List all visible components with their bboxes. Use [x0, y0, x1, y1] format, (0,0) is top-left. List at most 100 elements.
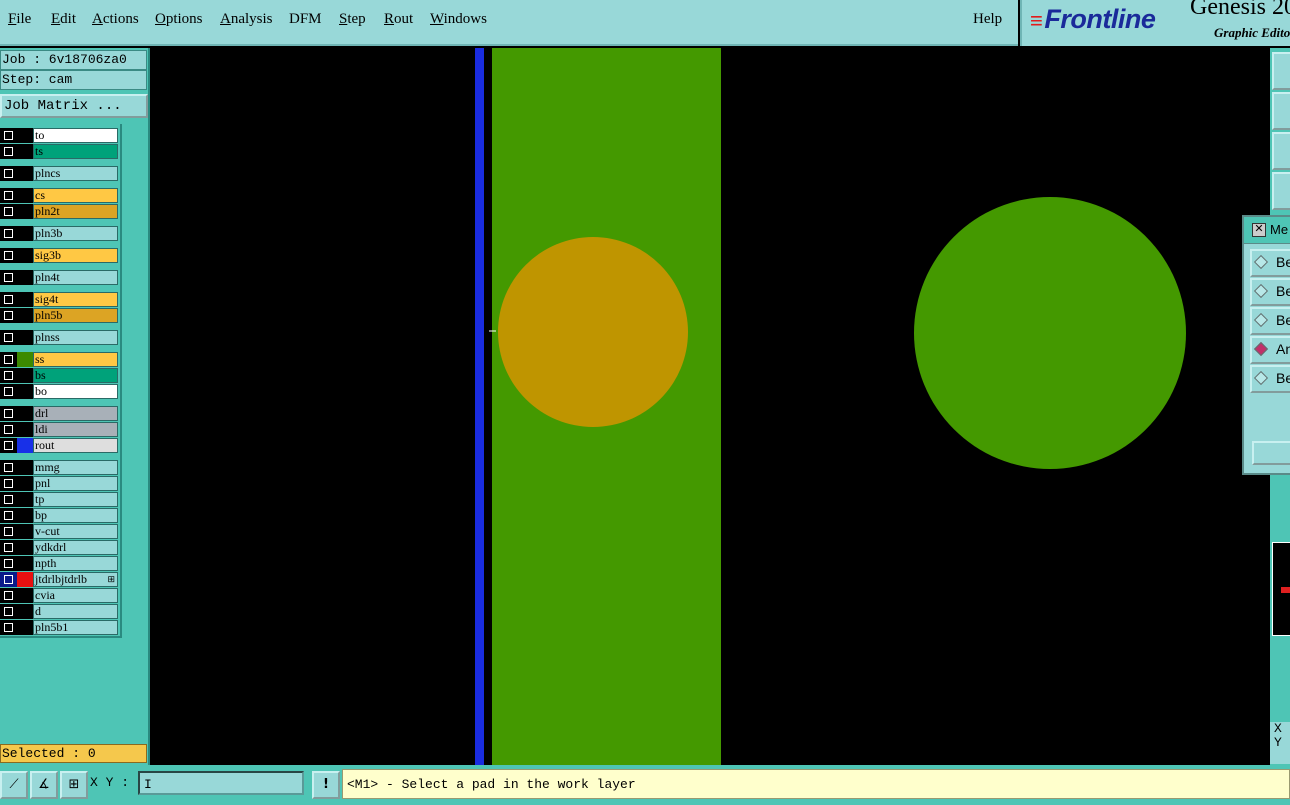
layer-name[interactable]: jtdrlbjtdrlb ⊞ [33, 572, 118, 587]
layer-swatch[interactable] [17, 572, 33, 587]
layer-checkbox[interactable] [0, 508, 17, 523]
menu-analysis[interactable]: Analysis [220, 11, 273, 28]
layer-name[interactable]: bp [33, 508, 118, 523]
layer-checkbox[interactable] [0, 352, 17, 367]
layer-row-bs[interactable]: bs [0, 368, 118, 383]
layer-name[interactable]: drl [33, 406, 118, 421]
layer-swatch[interactable] [17, 248, 33, 263]
layer-row-mmg[interactable]: mmg [0, 460, 118, 475]
toolbar-button-3[interactable] [1272, 132, 1290, 170]
layer-row-drl[interactable]: drl [0, 406, 118, 421]
layer-checkbox[interactable] [0, 292, 17, 307]
layer-row-tp[interactable]: tp [0, 492, 118, 507]
layer-row-plnss[interactable]: plnss [0, 330, 118, 345]
layer-swatch[interactable] [17, 128, 33, 143]
overview-window[interactable] [1272, 542, 1290, 636]
layer-checkbox[interactable] [0, 330, 17, 345]
layer-swatch[interactable] [17, 508, 33, 523]
layer-name[interactable]: bs [33, 368, 118, 383]
toolbar-button-2[interactable] [1272, 92, 1290, 130]
close-icon[interactable]: ✕ [1252, 223, 1266, 237]
grid-icon[interactable]: ⊞ [60, 771, 88, 799]
exclamation-button[interactable]: ! [312, 771, 340, 799]
layer-swatch[interactable] [17, 270, 33, 285]
menu-rout[interactable]: Rout [384, 11, 413, 28]
layer-checkbox[interactable] [0, 492, 17, 507]
layer-row-cvia[interactable]: cvia [0, 588, 118, 603]
layer-swatch[interactable] [17, 588, 33, 603]
layer-checkbox[interactable] [0, 270, 17, 285]
layer-swatch[interactable] [17, 292, 33, 307]
menu-step[interactable]: Step [339, 11, 366, 28]
layer-checkbox[interactable] [0, 144, 17, 159]
layer-name[interactable]: to [33, 128, 118, 143]
layer-row-ydkdrl[interactable]: ydkdrl [0, 540, 118, 555]
layer-name[interactable]: bo [33, 384, 118, 399]
layer-name[interactable]: pln5b [33, 308, 118, 323]
layer-name[interactable]: plnss [33, 330, 118, 345]
layer-checkbox[interactable] [0, 128, 17, 143]
dialog-option-2[interactable]: Be [1250, 307, 1290, 335]
layer-swatch[interactable] [17, 438, 33, 453]
layer-swatch[interactable] [17, 476, 33, 491]
layer-row-sig3b[interactable]: sig3b [0, 248, 118, 263]
dialog-option-3[interactable]: An [1250, 336, 1290, 364]
snap-icon[interactable]: ⟋ [0, 771, 28, 799]
layer-name[interactable]: v-cut [33, 524, 118, 539]
layer-row-sig4t[interactable]: sig4t [0, 292, 118, 307]
layer-name[interactable]: ldi [33, 422, 118, 437]
layer-swatch[interactable] [17, 144, 33, 159]
layer-swatch[interactable] [17, 556, 33, 571]
menu-options[interactable]: Options [155, 11, 203, 28]
layer-row-to[interactable]: to [0, 128, 118, 143]
layer-row-cs[interactable]: cs [0, 188, 118, 203]
layer-name[interactable]: pln5b1 [33, 620, 118, 635]
pad-green[interactable] [914, 197, 1186, 469]
layer-swatch[interactable] [17, 406, 33, 421]
rout-line[interactable] [475, 48, 484, 765]
layer-name[interactable]: ydkdrl [33, 540, 118, 555]
layer-checkbox[interactable] [0, 588, 17, 603]
layer-name[interactable]: d [33, 604, 118, 619]
dialog-option-4[interactable]: Be [1250, 365, 1290, 393]
layer-row-ldi[interactable]: ldi [0, 422, 118, 437]
layer-swatch[interactable] [17, 188, 33, 203]
layer-swatch[interactable] [17, 368, 33, 383]
layer-checkbox[interactable] [0, 572, 17, 587]
dialog-option-1[interactable]: Be [1250, 278, 1290, 306]
layer-swatch[interactable] [17, 460, 33, 475]
layer-checkbox[interactable] [0, 248, 17, 263]
layer-row-d[interactable]: d [0, 604, 118, 619]
job-matrix-button[interactable]: Job Matrix ... [0, 94, 148, 118]
layer-checkbox[interactable] [0, 406, 17, 421]
layer-row-pln4t[interactable]: pln4t [0, 270, 118, 285]
layer-checkbox[interactable] [0, 524, 17, 539]
layer-row-pnl[interactable]: pnl [0, 476, 118, 491]
layer-swatch[interactable] [17, 524, 33, 539]
layer-name[interactable]: pln4t [33, 270, 118, 285]
layer-checkbox[interactable] [0, 204, 17, 219]
dialog-option-0[interactable]: Be [1250, 249, 1290, 277]
layer-name[interactable]: sig3b [33, 248, 118, 263]
layer-name[interactable]: tp [33, 492, 118, 507]
xy-input[interactable]: I [138, 771, 304, 795]
layer-row-npth[interactable]: npth [0, 556, 118, 571]
toolbar-button-4[interactable] [1272, 172, 1290, 210]
layer-swatch[interactable] [17, 352, 33, 367]
layer-row-pln2t[interactable]: pln2t [0, 204, 118, 219]
layer-checkbox[interactable] [0, 188, 17, 203]
layer-checkbox[interactable] [0, 308, 17, 323]
layer-swatch[interactable] [17, 492, 33, 507]
layer-checkbox[interactable] [0, 226, 17, 241]
menu-dfm[interactable]: DFM [289, 11, 322, 28]
layer-swatch[interactable] [17, 620, 33, 635]
layer-name[interactable]: ts [33, 144, 118, 159]
layer-checkbox[interactable] [0, 620, 17, 635]
layer-row-v-cut[interactable]: v-cut [0, 524, 118, 539]
menu-actions[interactable]: Actions [92, 11, 139, 28]
layer-row-pln5b[interactable]: pln5b [0, 308, 118, 323]
menu-windows[interactable]: Windows [430, 11, 487, 28]
layer-name[interactable]: cvia [33, 588, 118, 603]
layer-name[interactable]: mmg [33, 460, 118, 475]
layer-checkbox[interactable] [0, 540, 17, 555]
